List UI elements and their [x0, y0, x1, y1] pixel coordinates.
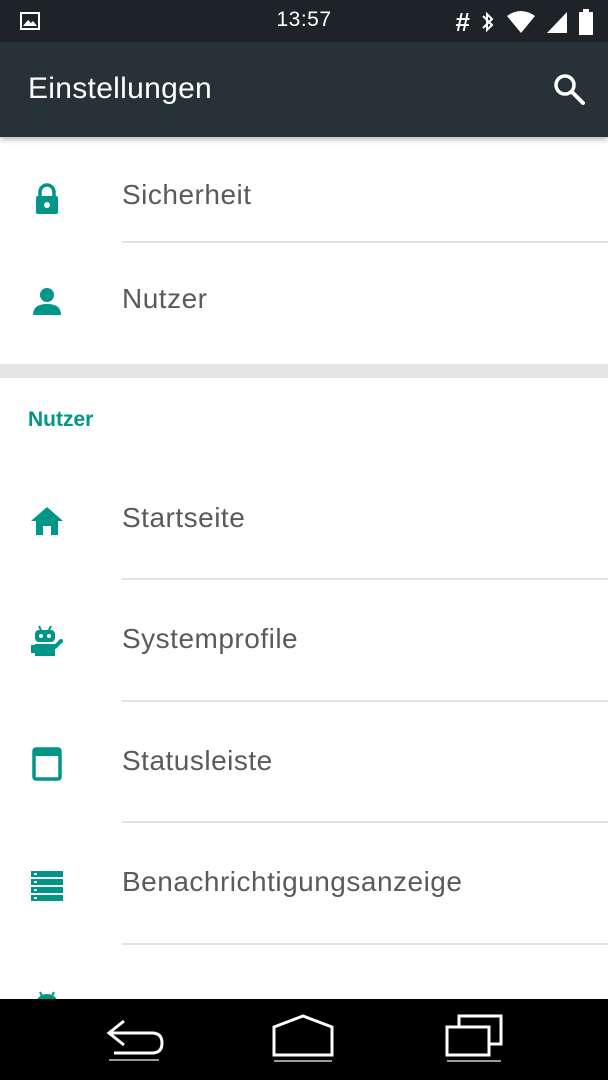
bluetooth-icon — [482, 11, 494, 33]
settings-item-sicherheit[interactable]: Sicherheit — [0, 137, 608, 258]
divider — [122, 578, 608, 580]
settings-item-label: Sicherheit — [122, 179, 252, 210]
settings-item-statusleiste[interactable]: Statusleiste — [0, 703, 608, 824]
settings-item-label: Nutzer — [122, 283, 208, 314]
divider — [122, 943, 608, 945]
battery-icon — [579, 9, 593, 35]
back-icon[interactable] — [104, 1013, 166, 1067]
settings-item-partial[interactable] — [0, 946, 608, 1000]
app-bar: Einstellungen — [0, 42, 608, 137]
person-icon — [33, 288, 61, 315]
lock-icon — [36, 183, 58, 214]
page-title: Einstellungen — [28, 72, 213, 105]
wifi-icon — [507, 11, 535, 33]
settings-item-label: Startseite — [122, 502, 246, 533]
settings-item-startseite[interactable]: Startseite — [0, 460, 608, 581]
settings-item-label: Benachrichtigungsanzeige — [122, 866, 463, 897]
home-icon[interactable] — [270, 1013, 336, 1067]
settings-item-nutzer[interactable]: Nutzer — [0, 243, 608, 364]
notification-drawer-icon — [31, 871, 63, 901]
section-header: Nutzer — [28, 408, 94, 431]
settings-item-label: Systemprofile — [122, 623, 299, 654]
cyanogen-robot-icon — [31, 625, 63, 656]
settings-item-systemprofile[interactable]: Systemprofile — [0, 581, 608, 702]
navigation-bar — [0, 999, 608, 1080]
settings-item-benachrichtigungsanzeige[interactable]: Benachrichtigungsanzeige — [0, 824, 608, 945]
divider — [122, 700, 608, 702]
section-gap — [0, 364, 608, 378]
hash-icon: # — [455, 7, 470, 37]
statusbar-icon — [32, 747, 62, 781]
divider — [122, 821, 608, 823]
search-icon[interactable] — [552, 72, 586, 106]
recents-icon[interactable] — [443, 1013, 505, 1067]
home-icon — [31, 507, 63, 535]
settings-card-nutzer: Nutzer Startseite Systemprofile Statusle… — [0, 378, 608, 1000]
settings-card-top: Sicherheit Nutzer — [0, 137, 608, 364]
status-bar: 13:57 # — [0, 0, 608, 42]
cell-signal-icon — [547, 12, 567, 33]
settings-item-label: Statusleiste — [122, 745, 273, 776]
